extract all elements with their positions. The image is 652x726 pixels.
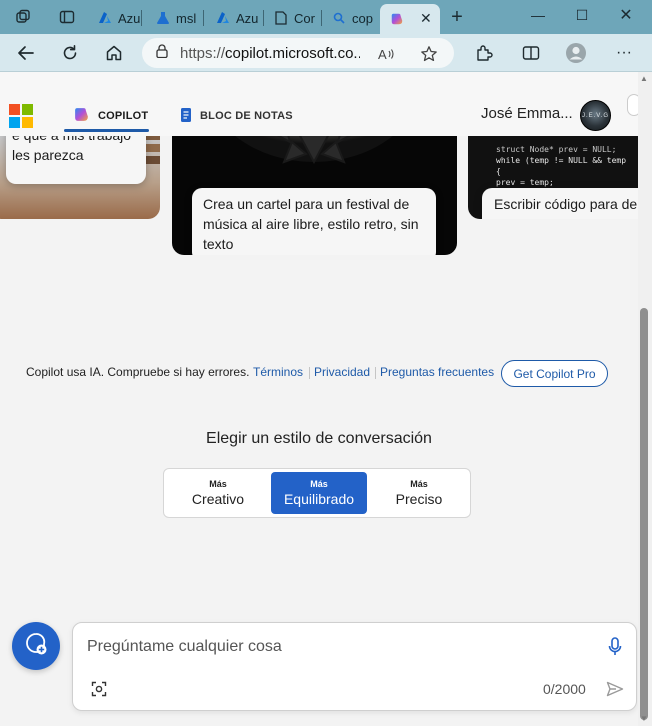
card-caption: Escribir código para de lista enlazada e… xyxy=(482,188,652,219)
tab-copilot[interactable]: COPILOT xyxy=(73,102,148,130)
avatar[interactable]: J.E.V.G xyxy=(580,100,611,131)
flask-icon xyxy=(156,11,170,25)
azure-icon xyxy=(216,11,230,25)
new-topic-button[interactable] xyxy=(12,622,60,670)
profile-icon[interactable] xyxy=(562,39,590,67)
chat-input-box: 0/2000 xyxy=(72,622,637,711)
new-tab-icon[interactable]: + xyxy=(446,6,468,28)
address-bar[interactable]: https://copilot.microsoft.co... A xyxy=(142,38,454,68)
microphone-icon[interactable] xyxy=(605,635,625,659)
workspaces-icon[interactable] xyxy=(12,6,34,28)
privacy-link[interactable]: Privacidad xyxy=(314,365,370,379)
code-line: while (temp != NULL && temp xyxy=(496,156,627,165)
url-text: https://copilot.microsoft.co... xyxy=(180,44,360,62)
style-prefix: Más xyxy=(410,478,428,489)
copilot-page: e que a mis trabajo les parezca Crea un … xyxy=(0,72,652,726)
character-counter: 0/2000 xyxy=(543,681,586,697)
terms-link[interactable]: Términos xyxy=(253,365,303,379)
scrollbar-thumb[interactable] xyxy=(640,308,648,720)
style-label: Preciso xyxy=(395,490,443,507)
style-prefix: Más xyxy=(209,478,227,489)
browser-tab[interactable]: Cor xyxy=(266,4,322,32)
scroll-up-arrow-icon[interactable]: ▲ xyxy=(640,74,648,83)
send-icon[interactable] xyxy=(605,679,625,699)
scroll-down-arrow-icon[interactable]: ▼ xyxy=(640,714,648,723)
svg-text:A: A xyxy=(378,47,387,61)
tab-label: cop xyxy=(352,10,373,26)
vertical-tabs-icon[interactable] xyxy=(56,6,78,28)
style-creative-button[interactable]: Más Creativo xyxy=(170,472,266,514)
faq-link[interactable]: Preguntas frecuentes xyxy=(380,365,494,379)
refresh-icon[interactable] xyxy=(56,39,84,67)
maximize-icon[interactable]: ☐ xyxy=(560,0,604,30)
link-separator xyxy=(375,367,376,379)
microsoft-logo-icon[interactable] xyxy=(9,104,33,128)
document-icon xyxy=(274,11,288,25)
close-tab-icon[interactable]: ✕ xyxy=(420,10,432,27)
favorite-star-icon[interactable] xyxy=(416,43,442,65)
style-prefix: Más xyxy=(310,478,328,489)
tab-label: Azu xyxy=(236,10,259,26)
tab-label: msl xyxy=(176,10,197,26)
minimize-icon[interactable]: — xyxy=(516,0,560,30)
code-line: struct Node* prev = NULL; xyxy=(496,145,617,154)
azure-icon xyxy=(98,11,112,25)
style-balanced-button[interactable]: Más Equilibrado xyxy=(271,472,367,514)
browser-tab[interactable]: cop xyxy=(324,4,380,32)
lock-icon[interactable] xyxy=(156,44,168,62)
window-close-icon[interactable]: ✕ xyxy=(604,0,648,30)
browser-tab[interactable]: Azu xyxy=(208,4,264,32)
conversation-style-title: Elegir un estilo de conversación xyxy=(206,430,432,447)
code-line: prev = temp; xyxy=(496,178,554,187)
avatar-initials: J.E.V.G xyxy=(581,112,610,119)
visual-search-icon[interactable] xyxy=(89,679,109,699)
tab-label: Cor xyxy=(294,10,315,26)
extensions-icon[interactable] xyxy=(470,39,498,67)
read-aloud-icon[interactable]: A xyxy=(374,43,400,65)
browser-toolbar: https://copilot.microsoft.co... A ··· xyxy=(0,34,652,72)
ai-disclaimer: Copilot usa IA. Compruebe si hay errores… xyxy=(26,365,250,379)
notebook-icon xyxy=(180,107,192,126)
style-precise-button[interactable]: Más Preciso xyxy=(371,472,467,514)
split-screen-icon[interactable] xyxy=(517,39,545,67)
copilot-icon xyxy=(73,106,90,126)
user-name[interactable]: José Emma... xyxy=(481,105,573,122)
link-separator xyxy=(309,367,310,379)
browser-tab-strip: Azu msl Azu Cor cop ✕ + — ☐ ✕ xyxy=(0,0,652,34)
code-line: { xyxy=(496,167,501,176)
new-chat-icon xyxy=(23,631,49,662)
copilot-header: COPILOT BLOC DE NOTAS José Emma... J.E.V… xyxy=(0,72,652,136)
style-label: Equilibrado xyxy=(283,490,355,507)
home-icon[interactable] xyxy=(100,39,128,67)
tab-label: Azu xyxy=(118,10,141,26)
back-arrow-icon[interactable] xyxy=(12,39,40,67)
tab-notebook-label: BLOC DE NOTAS xyxy=(200,110,293,122)
search-icon xyxy=(332,11,346,25)
conversation-style-selector: Más Creativo Más Equilibrado Más Preciso xyxy=(163,468,471,518)
copilot-icon xyxy=(390,12,404,26)
tab-notebook[interactable]: BLOC DE NOTAS xyxy=(180,102,293,130)
get-copilot-pro-button[interactable]: Get Copilot Pro xyxy=(501,360,608,387)
chat-input[interactable] xyxy=(87,633,587,661)
browser-tab[interactable]: Azu xyxy=(90,4,142,32)
style-label: Creativo xyxy=(191,490,245,507)
tab-copilot-label: COPILOT xyxy=(98,110,149,122)
browser-tab-active[interactable]: ✕ xyxy=(380,4,440,34)
more-options-icon[interactable]: ··· xyxy=(610,39,638,67)
browser-tab[interactable]: msl xyxy=(148,4,204,32)
card-caption: Crea un cartel para un festival de músic… xyxy=(192,188,436,255)
active-tab-indicator xyxy=(64,129,149,132)
